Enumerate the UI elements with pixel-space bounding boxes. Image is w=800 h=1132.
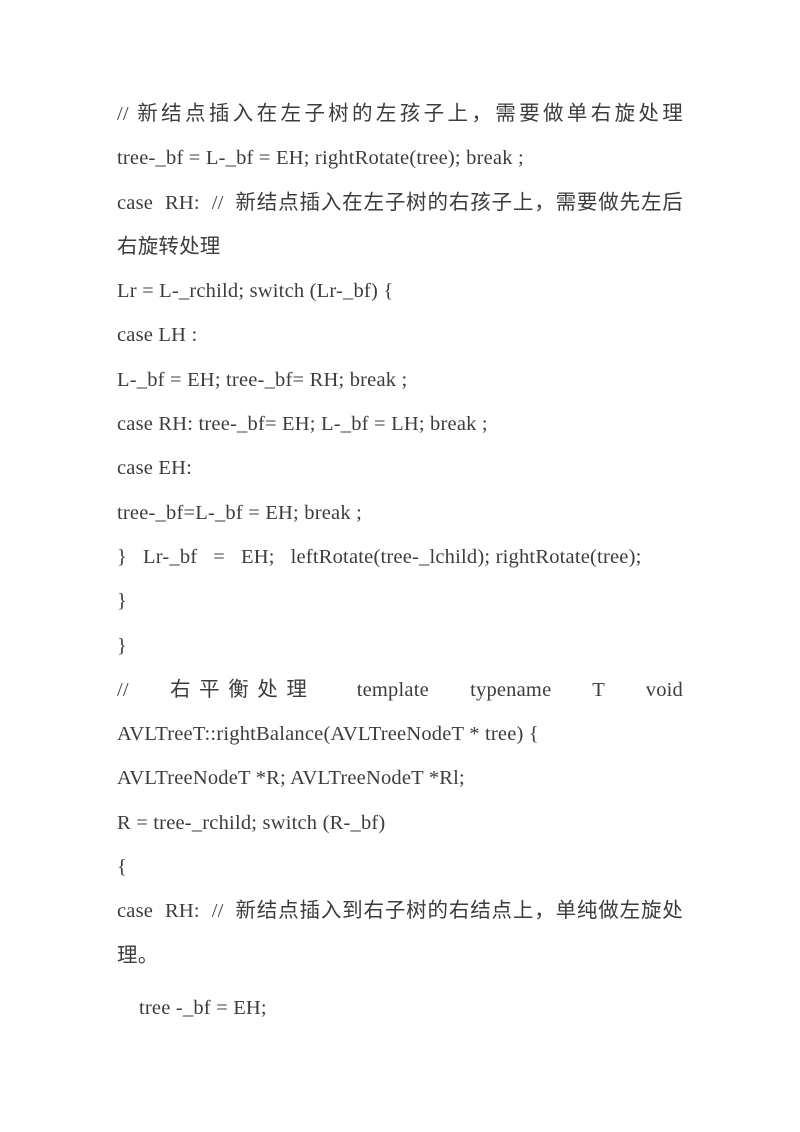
code-line: R = tree-_rchild; switch (R-_bf) — [117, 811, 386, 834]
code-line: tree -_bf = EH; — [139, 996, 267, 1019]
document-page: // 新结点插入在左子树的左孩子上，需要做单右旋处理 tree-_bf = L-… — [0, 0, 800, 1132]
code-line: } Lr-_bf = EH; leftRotate(tree-_lchild);… — [117, 545, 642, 568]
code-listing-body: // 新结点插入在左子树的左孩子上，需要做单右旋处理 tree-_bf = L-… — [117, 92, 683, 1030]
code-line: AVLTreeNodeT *R; AVLTreeNodeT *Rl; — [117, 767, 465, 790]
code-line: { — [117, 856, 128, 879]
code-line: case RH: tree-_bf= EH; L-_bf = LH; break… — [117, 413, 488, 436]
code-line: // 右平衡处理 template typename T void AVLTre… — [117, 678, 688, 746]
code-line: Lr = L-_rchild; switch (Lr-_bf) { — [117, 280, 394, 303]
code-line: } — [117, 634, 128, 657]
code-line: } — [117, 590, 128, 613]
code-line: case RH: // 新结点插入到右子树的右结点上，单纯做左旋处理。 — [117, 900, 683, 967]
code-line: case EH: — [117, 457, 193, 480]
code-line: L-_bf = EH; tree-_bf= RH; break ; — [117, 368, 408, 391]
code-line: case RH: // 新结点插入在左子树的右孩子上，需要做先左后右旋转处理 — [117, 191, 683, 258]
code-line: tree-_bf=L-_bf = EH; break ; — [117, 501, 363, 524]
code-line: tree-_bf = L-_bf = EH; rightRotate(tree)… — [117, 147, 524, 170]
code-line: case LH : — [117, 324, 198, 347]
code-line: // 新结点插入在左子树的左孩子上，需要做单右旋处理 — [117, 103, 683, 125]
